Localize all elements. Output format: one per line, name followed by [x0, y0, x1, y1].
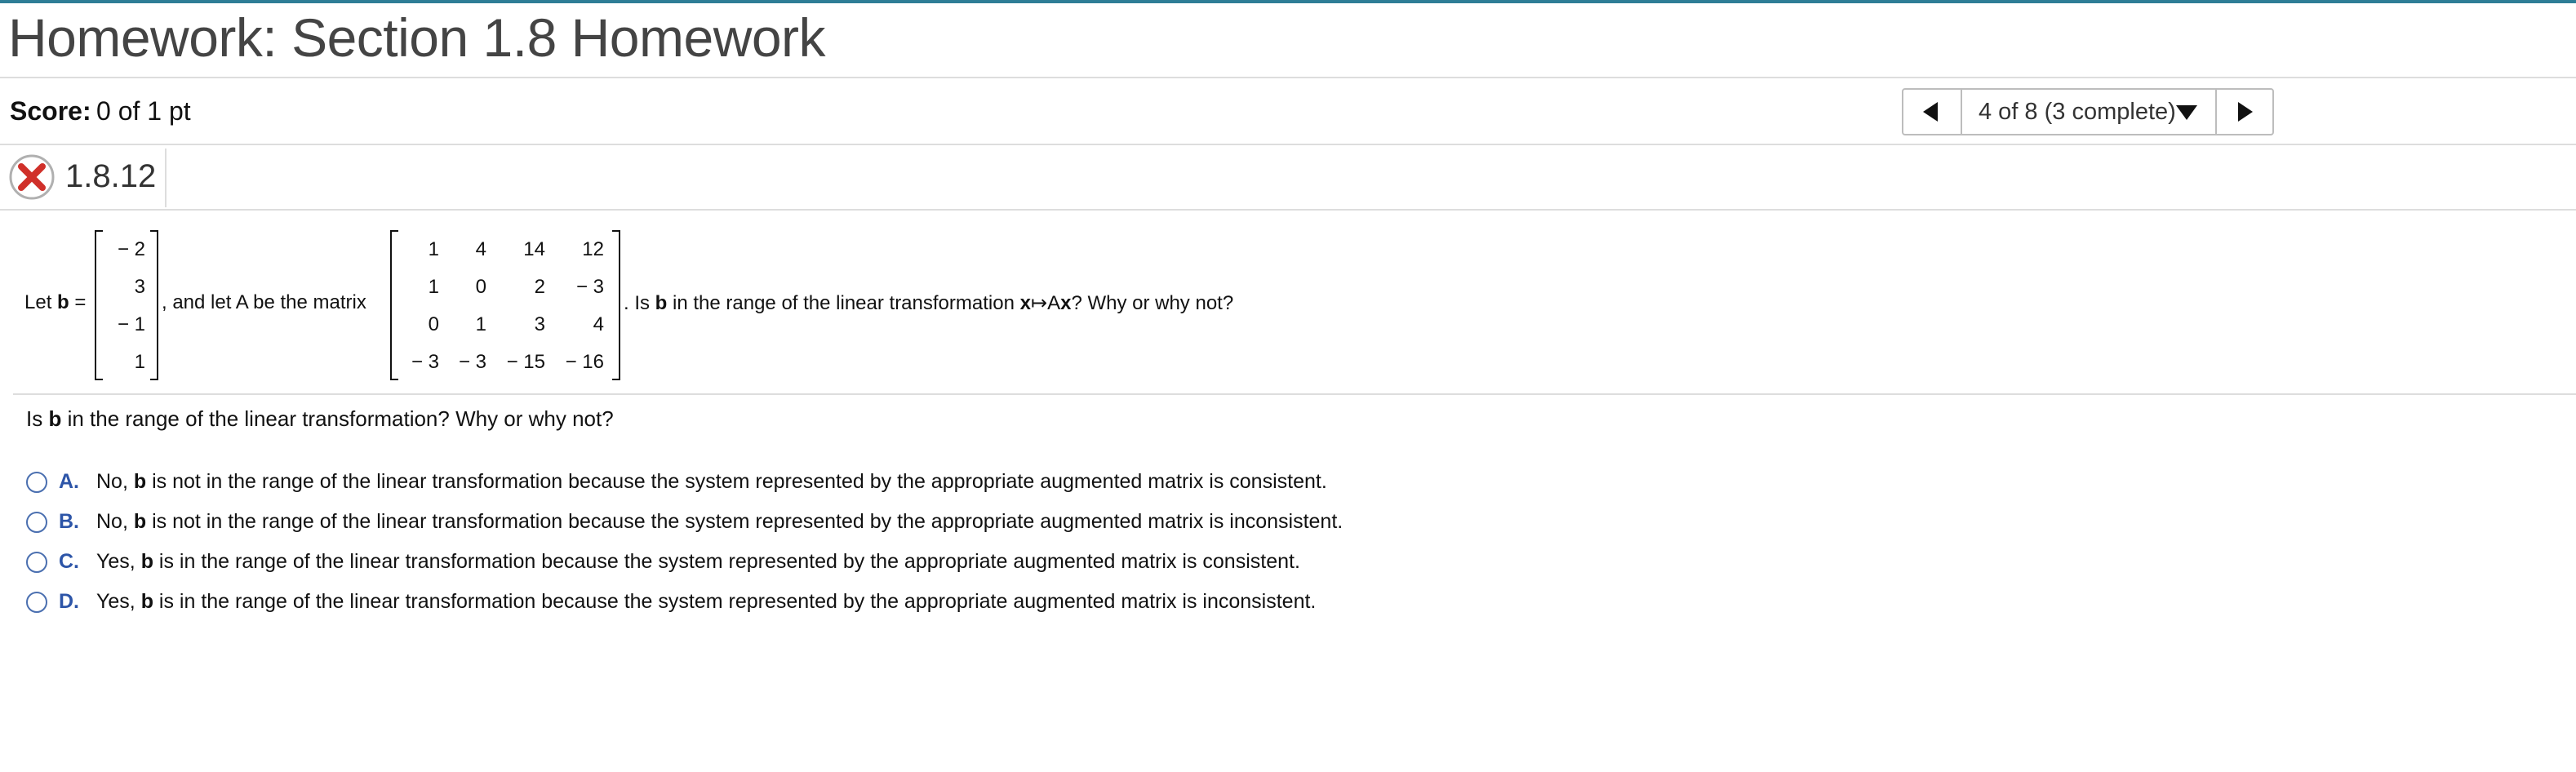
- page-title: Homework: Section 1.8 Homework: [8, 7, 826, 68]
- vector-b-entry: − 1: [117, 313, 145, 335]
- option-text: Yes, b is in the range of the linear tra…: [96, 550, 1300, 573]
- radio-button[interactable]: [26, 592, 47, 613]
- vector-b-entry: 3: [134, 276, 145, 298]
- previous-question-button[interactable]: [1903, 90, 1962, 134]
- vector-b-entry: 1: [134, 351, 145, 373]
- matrix-a-entry: 4: [593, 313, 604, 335]
- option-text: No, b is not in the range of the linear …: [96, 510, 1344, 533]
- option-text: Yes, b is in the range of the linear tra…: [96, 590, 1317, 613]
- option-letter: A.: [59, 470, 79, 493]
- triangle-right-icon: [2238, 102, 2253, 122]
- problem-let-text: Let b =: [24, 291, 87, 313]
- matrix-a-entry: 2: [534, 276, 545, 298]
- radio-button[interactable]: [26, 512, 47, 533]
- sub-question: Is b in the range of the linear transfor…: [26, 406, 614, 431]
- matrix-a-entry: 12: [582, 238, 604, 260]
- score-value: 0 of 1 pt: [96, 96, 191, 126]
- triangle-left-icon: [1923, 102, 1938, 122]
- matrix-a-entry: 4: [475, 238, 486, 260]
- matrix-a-entry: 1: [475, 313, 486, 335]
- divider: [165, 149, 167, 207]
- option-letter: D.: [59, 590, 79, 613]
- question-number: 1.8.12: [65, 158, 157, 194]
- matrix-a-entry: 14: [523, 238, 545, 260]
- radio-button[interactable]: [26, 472, 47, 493]
- question-select-dropdown[interactable]: 4 of 8 (3 complete): [1961, 90, 2218, 134]
- matrix-a-entry: − 16: [565, 351, 604, 373]
- matrix-a-entry: − 3: [458, 351, 486, 373]
- problem-mid-text: , and let A be the matrix: [162, 291, 366, 313]
- triangle-down-icon: [2176, 105, 2197, 120]
- divider: [0, 209, 2576, 211]
- vector-b-entry: − 2: [117, 238, 145, 260]
- divider: [13, 393, 2576, 395]
- top-accent-line: [0, 0, 2576, 3]
- matrix-a-entry: − 15: [506, 351, 545, 373]
- next-question-button[interactable]: [2215, 90, 2272, 134]
- option-letter: B.: [59, 510, 79, 533]
- matrix-a-entry: 3: [534, 313, 545, 335]
- option-letter: C.: [59, 550, 79, 573]
- matrix-right-bracket: [612, 230, 620, 380]
- question-navigator: 4 of 8 (3 complete): [1902, 88, 2274, 135]
- problem-end-text: . Is b in the range of the linear transf…: [624, 292, 1234, 314]
- radio-button[interactable]: [26, 552, 47, 573]
- matrix-a-entry: − 3: [575, 276, 604, 298]
- divider: [0, 77, 2576, 78]
- question-position: 4 of 8 (3 complete): [1979, 99, 2176, 125]
- divider: [0, 144, 2576, 145]
- incorrect-x-icon: [9, 154, 55, 200]
- vector-right-bracket: [150, 230, 158, 380]
- option-text: No, b is not in the range of the linear …: [96, 470, 1327, 493]
- score-label: Score:: [10, 96, 91, 126]
- matrix-a-entry: 0: [475, 276, 486, 298]
